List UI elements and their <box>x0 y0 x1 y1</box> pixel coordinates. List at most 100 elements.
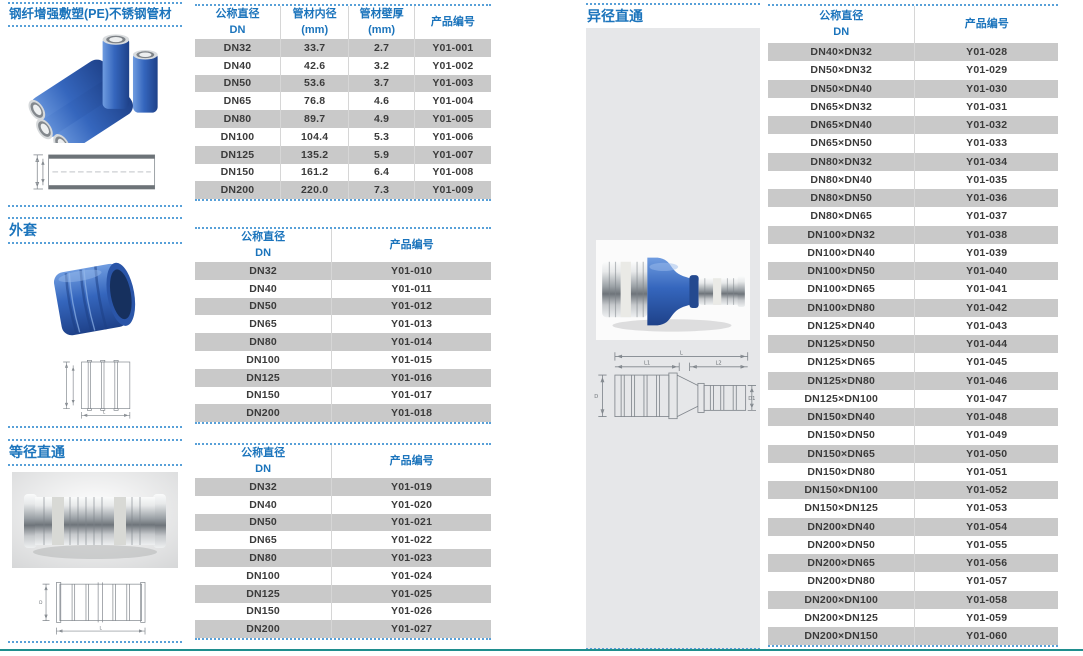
dim-label-length: L <box>103 410 106 415</box>
table-cell: 3.2 <box>349 57 414 75</box>
table-cell: Y01-024 <box>332 567 491 585</box>
table-cell: 4.6 <box>349 92 414 110</box>
table-cell: DN125 <box>195 369 332 387</box>
vertical-pipe <box>103 35 130 110</box>
table-row: DN80×DN40Y01-035 <box>768 171 1058 189</box>
table-cell: DN200×DN40 <box>768 518 915 536</box>
table-cell: Y01-010 <box>332 262 491 280</box>
table-cell: 76.8 <box>280 92 348 110</box>
table-cell: Y01-011 <box>332 280 491 298</box>
reducer-spec-table: 公称直径DN产品编号DN40×DN32Y01-028DN50×DN32Y01-0… <box>768 6 1058 645</box>
table-cell: Y01-014 <box>332 333 491 351</box>
table-cell: DN150×DN125 <box>768 499 915 517</box>
table-cell: DN200×DN50 <box>768 536 915 554</box>
table-cell: Y01-012 <box>332 298 491 316</box>
table-cell: 220.0 <box>280 181 348 199</box>
table-row: DN8089.74.9Y01-005 <box>195 110 491 128</box>
table-cell: 104.4 <box>280 128 348 146</box>
table-cell: 42.6 <box>280 57 348 75</box>
plastic-band <box>52 497 64 545</box>
coupling-image-area: D L <box>8 466 182 639</box>
table-cell: DN125×DN50 <box>768 335 915 353</box>
table-cell: 161.2 <box>280 164 348 182</box>
sleeve-image-area: L <box>8 244 182 424</box>
table-cell: Y01-050 <box>915 445 1058 463</box>
table-cell: DN32 <box>195 478 332 496</box>
table-cell: DN100×DN32 <box>768 226 915 244</box>
table-row: DN40×DN32Y01-028 <box>768 43 1058 61</box>
table-row: DN3233.72.7Y01-001 <box>195 39 491 57</box>
table-cell: DN200 <box>195 620 332 638</box>
table-cell: DN200×DN150 <box>768 627 915 645</box>
table-row: DN4042.63.2Y01-002 <box>195 57 491 75</box>
table-cell: DN150×DN50 <box>768 426 915 444</box>
reducer-image-area: L L1 L2 D D1 <box>586 28 760 650</box>
table-row: DN200×DN125Y01-059 <box>768 609 1058 627</box>
plastic-band <box>713 278 721 305</box>
column-header: 产品编号 <box>332 229 491 262</box>
table-cell: DN150×DN100 <box>768 481 915 499</box>
table-row: DN80×DN50Y01-036 <box>768 189 1058 207</box>
dim-label-diameter: D <box>39 600 43 606</box>
table-cell: Y01-021 <box>332 514 491 532</box>
table-cell: DN100 <box>195 351 332 369</box>
table-header: 公称直径DN产品编号 <box>195 445 491 478</box>
blue-pipes-product-photo <box>16 31 174 143</box>
table-row: DN80×DN65Y01-037 <box>768 207 1058 225</box>
table-cell: Y01-004 <box>414 92 491 110</box>
coupling-spec-table: 公称直径DN产品编号DN32Y01-019DN40Y01-020DN50Y01-… <box>195 445 491 638</box>
table-cell: DN32 <box>195 39 280 57</box>
table-cell: DN65 <box>195 92 280 110</box>
table-cell: Y01-058 <box>915 591 1058 609</box>
table-row: DN6576.84.6Y01-004 <box>195 92 491 110</box>
table-row: DN125Y01-025 <box>195 585 491 603</box>
table-cell: DN150 <box>195 603 332 621</box>
dim-label-length: L <box>680 350 683 356</box>
table-cell: Y01-039 <box>915 244 1058 262</box>
section-sleeve-panel: 外套 <box>8 217 182 428</box>
table-cell: DN80×DN32 <box>768 153 915 171</box>
table-cell: Y01-016 <box>332 369 491 387</box>
section-coupling-panel: 等径直通 <box>8 439 182 643</box>
table-cell: DN150×DN40 <box>768 408 915 426</box>
table-row: DN40Y01-020 <box>195 496 491 514</box>
table-cell: Y01-031 <box>915 98 1058 116</box>
sleeve-table-block: 公称直径DN产品编号DN32Y01-010DN40Y01-011DN50Y01-… <box>195 227 491 424</box>
dim-label-left-length: L1 <box>644 361 650 367</box>
sleeve-spec-table: 公称直径DN产品编号DN32Y01-010DN40Y01-011DN50Y01-… <box>195 229 491 422</box>
column-header: 产品编号 <box>332 445 491 478</box>
table-cell: Y01-027 <box>332 620 491 638</box>
table-cell: Y01-009 <box>414 181 491 199</box>
vertical-pipe <box>133 50 158 113</box>
pipe-image-area <box>8 27 182 201</box>
table-cell: DN200×DN80 <box>768 572 915 590</box>
table-cell: Y01-030 <box>915 80 1058 98</box>
plastic-band <box>114 497 126 545</box>
table-row: DN200Y01-018 <box>195 404 491 422</box>
table-row: DN100104.45.3Y01-006 <box>195 128 491 146</box>
table-cell: Y01-007 <box>414 146 491 164</box>
table-cell: 7.3 <box>349 181 414 199</box>
table-cell: DN100×DN80 <box>768 299 915 317</box>
table-cell: DN80 <box>195 333 332 351</box>
table-cell: DN100 <box>195 128 280 146</box>
table-cell: Y01-026 <box>332 603 491 621</box>
table-cell: Y01-003 <box>414 75 491 93</box>
table-cell: Y01-032 <box>915 116 1058 134</box>
table-cell: Y01-015 <box>332 351 491 369</box>
table-cell: Y01-047 <box>915 390 1058 408</box>
table-cell: DN80×DN50 <box>768 189 915 207</box>
table-cell: DN50 <box>195 298 332 316</box>
table-cell: Y01-042 <box>915 299 1058 317</box>
table-cell: Y01-053 <box>915 499 1058 517</box>
table-cell: DN150×DN65 <box>768 445 915 463</box>
table-cell: Y01-028 <box>915 43 1058 61</box>
table-cell: DN80 <box>195 549 332 567</box>
column-header: 公称直径DN <box>195 445 332 478</box>
dim-label-length: L <box>100 625 103 631</box>
table-cell: DN125×DN40 <box>768 317 915 335</box>
table-row: DN150×DN80Y01-051 <box>768 463 1058 481</box>
table-cell: DN80×DN40 <box>768 171 915 189</box>
steel-coupling-product-photo <box>12 472 178 568</box>
table-row: DN150Y01-017 <box>195 387 491 405</box>
